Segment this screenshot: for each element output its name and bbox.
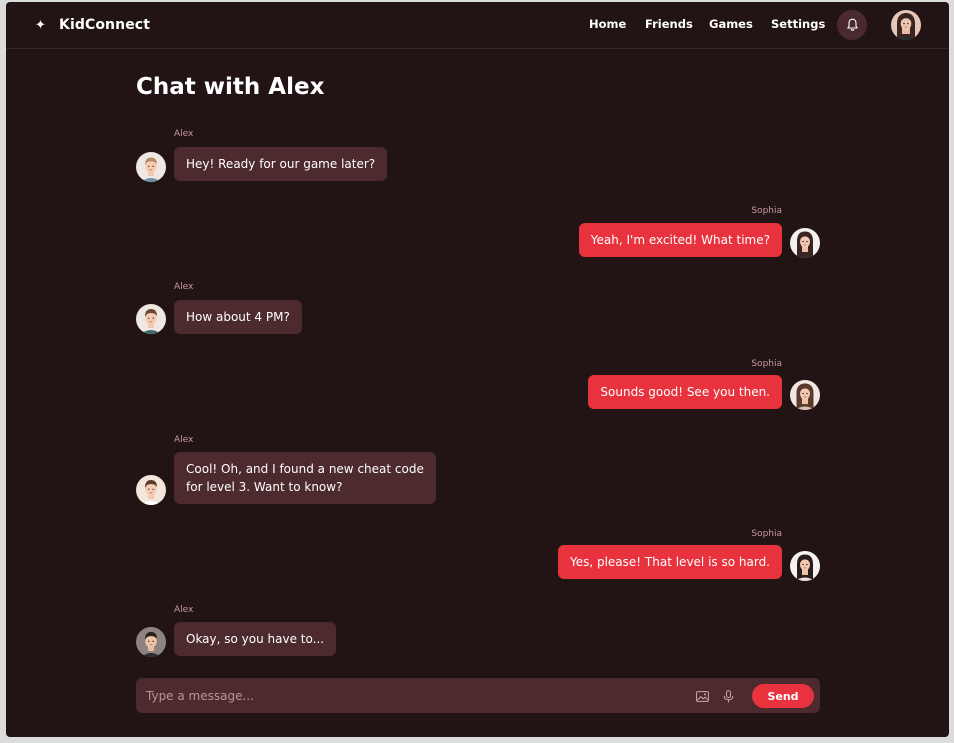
alex-avatar: [136, 475, 166, 505]
message-bubble-outgoing: Yeah, I'm excited! What time?: [578, 223, 782, 257]
message-text: Yes, please! That level is so hard.: [569, 555, 770, 569]
profile-avatar[interactable]: [891, 10, 921, 40]
message-composer: Send: [136, 678, 820, 713]
message-text: Yeah, I'm excited! What time?: [590, 233, 770, 247]
voice-button[interactable]: [720, 688, 736, 704]
alex-avatar: [136, 304, 166, 334]
send-button[interactable]: Send: [752, 684, 814, 708]
sender-name: Alex: [174, 129, 194, 139]
message-bubble-outgoing: Yes, please! That level is so hard.: [557, 545, 782, 579]
chat-title: Chat with Alex: [136, 74, 325, 100]
sender-name: Sophia: [751, 206, 782, 216]
sparkle-icon: ✦: [35, 17, 46, 33]
nav-settings[interactable]: Settings: [771, 17, 825, 33]
message-text: Hey! Ready for our game later?: [186, 157, 376, 171]
sophia-avatar: [790, 551, 820, 581]
alex-avatar: [136, 627, 166, 657]
message-input[interactable]: [146, 686, 666, 705]
message-text: for level 3. Want to know?: [186, 480, 343, 494]
sender-name: Alex: [174, 435, 194, 445]
message-bubble-incoming: Hey! Ready for our game later?: [174, 147, 388, 181]
bell-icon: [846, 18, 858, 31]
message-bubble-incoming: Cool! Oh, and I found a new cheat code f…: [174, 452, 436, 504]
brand[interactable]: ✦ KidConnect: [35, 15, 150, 35]
image-icon: [695, 690, 709, 702]
message-text: How about 4 PM?: [186, 310, 290, 324]
sophia-avatar: [790, 380, 820, 410]
sender-name: Sophia: [751, 359, 782, 369]
alex-avatar: [136, 152, 166, 182]
message-bubble-incoming: Okay, so you have to...: [174, 622, 337, 656]
message-text: Okay, so you have to...: [186, 632, 325, 646]
sophia-avatar: [790, 228, 820, 258]
app-name: KidConnect: [59, 17, 150, 33]
notifications-button[interactable]: [837, 10, 867, 40]
top-nav-bar: ✦ KidConnect Home Friends Games Settings: [6, 2, 949, 49]
message-bubble-incoming: How about 4 PM?: [174, 300, 302, 334]
app-window: ✦ KidConnect Home Friends Games Settings: [6, 2, 949, 737]
message-text: Cool! Oh, and I found a new cheat code: [186, 462, 424, 476]
attach-image-button[interactable]: [694, 688, 710, 704]
message-bubble-outgoing: Sounds good! See you then.: [588, 375, 782, 409]
sender-name: Alex: [174, 605, 194, 615]
message-text: Sounds good! See you then.: [600, 385, 770, 399]
sender-name: Sophia: [751, 529, 782, 539]
microphone-icon: [723, 689, 733, 702]
sender-name: Alex: [174, 282, 194, 292]
nav-games[interactable]: Games: [709, 17, 753, 33]
nav-home[interactable]: Home: [589, 17, 626, 33]
nav-friends[interactable]: Friends: [645, 17, 693, 33]
